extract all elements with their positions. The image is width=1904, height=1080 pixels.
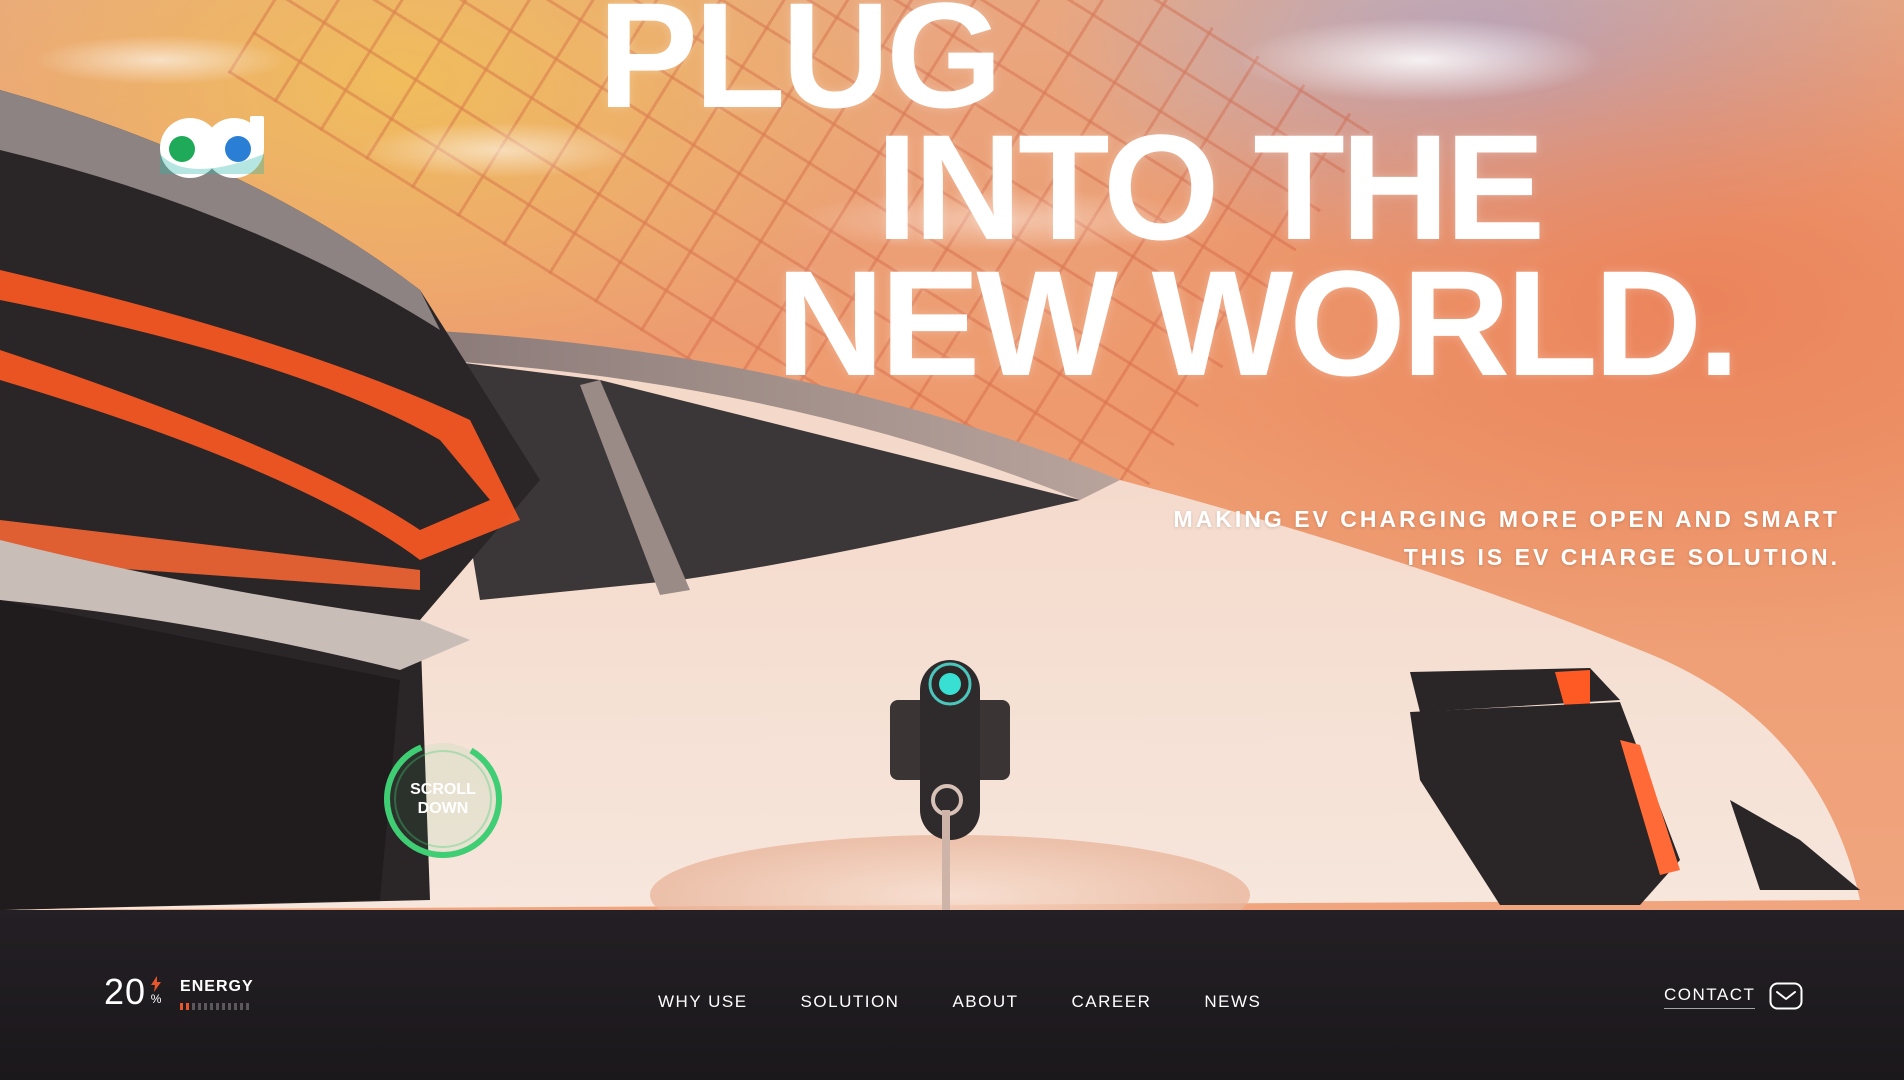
tagline-line-2: THIS IS EV CHARGE SOLUTION. (1403, 544, 1840, 570)
mail-icon (1769, 982, 1803, 1010)
page: PLUG INTO THE NEW WORLD. MAKING EV CHARG… (0, 0, 1904, 1080)
od-logo[interactable] (158, 114, 266, 178)
energy-bar-segment (234, 1003, 238, 1010)
bottom-navigation-bar: 20 % ENERGY WHY USE SOLUTION ABOUT CAREE… (0, 910, 1904, 1080)
nav-item-career[interactable]: CAREER (1072, 982, 1152, 1022)
energy-level-bar (180, 1003, 254, 1010)
energy-bar-segment (246, 1003, 250, 1010)
energy-bar-segment (222, 1003, 226, 1010)
energy-bar-segment (180, 1003, 184, 1010)
energy-value: 20 (104, 971, 147, 1012)
hero-tagline: MAKING EV CHARGING MORE OPEN AND SMART T… (1174, 500, 1840, 576)
contact-link[interactable]: CONTACT (1664, 982, 1803, 1010)
energy-bar-segment (186, 1003, 190, 1010)
nav-item-solution[interactable]: SOLUTION (801, 982, 900, 1022)
energy-bar-segment (216, 1003, 220, 1010)
energy-bar-segment (228, 1003, 232, 1010)
energy-bar-segment (204, 1003, 208, 1010)
headline-line-3: NEW WORLD. (776, 239, 1740, 407)
energy-bar-segment (192, 1003, 196, 1010)
energy-indicator: 20 % ENERGY (104, 972, 254, 1032)
main-navigation: WHY USE SOLUTION ABOUT CAREER NEWS (658, 982, 1261, 1022)
tagline-line-1: MAKING EV CHARGING MORE OPEN AND SMART (1173, 506, 1840, 532)
energy-unit: % (150, 992, 162, 1006)
energy-bar-segment (210, 1003, 214, 1010)
bolt-icon (151, 976, 162, 992)
energy-bar-segment (240, 1003, 244, 1010)
nav-item-about[interactable]: ABOUT (952, 982, 1018, 1022)
energy-label: ENERGY (180, 978, 254, 995)
nav-item-why-use[interactable]: WHY USE (658, 982, 748, 1022)
contact-label: CONTACT (1664, 984, 1756, 1009)
scroll-down-button[interactable]: SCROLL DOWN (380, 736, 506, 862)
energy-bar-segment (198, 1003, 202, 1010)
scroll-down-label: SCROLL DOWN (410, 781, 476, 817)
hero-section: PLUG INTO THE NEW WORLD. MAKING EV CHARG… (0, 0, 1904, 910)
nav-item-news[interactable]: NEWS (1204, 982, 1261, 1022)
